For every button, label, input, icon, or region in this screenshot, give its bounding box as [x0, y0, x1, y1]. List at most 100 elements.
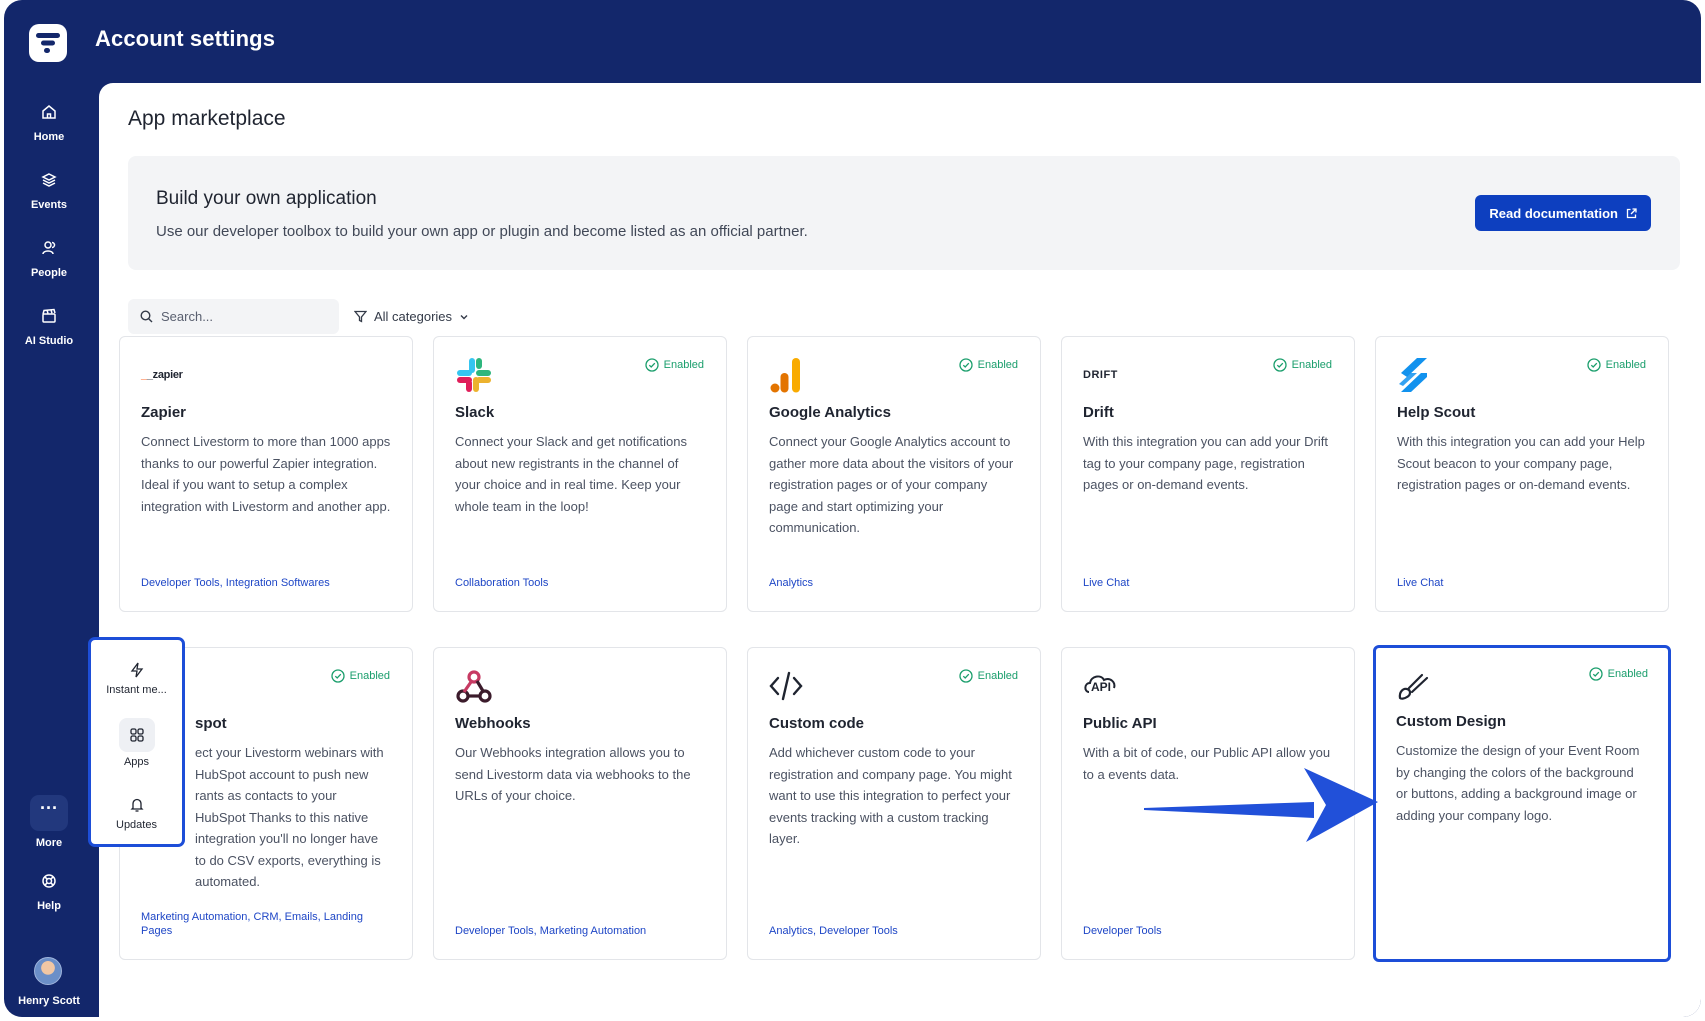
- app-name: Public API: [1083, 715, 1157, 732]
- sidebar-item-label: Events: [30, 199, 68, 211]
- more-button[interactable]: ···: [30, 795, 68, 831]
- developer-banner: Build your own application Use our devel…: [128, 156, 1680, 270]
- filter-label: All categories: [374, 309, 453, 324]
- pointer-arrow-icon: [1144, 768, 1378, 842]
- app-categories[interactable]: Marketing Automation, CRM, Emails, Landi…: [141, 910, 391, 938]
- webhooks-logo-icon: [455, 666, 493, 706]
- external-link-icon: [1626, 207, 1637, 218]
- app-description: ect your Livestorm webinars with HubSpot…: [195, 745, 384, 889]
- app-name: Custom code: [769, 715, 865, 732]
- app-card-zapier[interactable]: __zapier Zapier Connect Livestorm to mor…: [119, 336, 413, 612]
- enabled-label: Enabled: [977, 359, 1018, 371]
- app-frame: Account settings Home Events People AI S…: [4, 0, 1701, 1017]
- people-icon: [42, 241, 56, 255]
- sidebar-item-ai-studio[interactable]: AI Studio: [4, 307, 94, 349]
- check-circle-icon: [1588, 667, 1603, 681]
- check-circle-icon: [958, 358, 973, 372]
- clapper-icon: [42, 308, 56, 323]
- app-name: Google Analytics: [769, 404, 891, 421]
- app-name: spot: [195, 715, 227, 732]
- drift-logo-icon: DRIFT: [1083, 369, 1118, 381]
- help-scout-logo-icon: [1397, 355, 1431, 395]
- enabled-status: Enabled: [958, 358, 1018, 372]
- sidebar-item-events[interactable]: Events: [4, 171, 94, 213]
- enabled-label: Enabled: [1605, 359, 1646, 371]
- app-name: Slack: [455, 404, 495, 421]
- apps-icon-wrap: [118, 718, 155, 752]
- chevron-down-icon: [460, 314, 468, 319]
- grid-icon: [129, 728, 144, 742]
- search-input[interactable]: [161, 309, 321, 324]
- popover-item-instant-meetings[interactable]: Instant me...: [91, 662, 182, 696]
- app-categories[interactable]: Live Chat: [1397, 576, 1647, 590]
- lifebuoy-icon: [42, 874, 56, 888]
- google-analytics-logo-icon: [769, 355, 803, 395]
- app-description: Add whichever custom code to your regist…: [769, 745, 1012, 846]
- sidebar-item-people[interactable]: People: [4, 239, 94, 281]
- sidebar-item-label: Help: [37, 900, 61, 912]
- app-card-drift[interactable]: DRIFT Enabled Drift With this integratio…: [1061, 336, 1355, 612]
- enabled-label: Enabled: [977, 670, 1018, 682]
- app-card-custom-code[interactable]: Enabled Custom code Add whichever custom…: [747, 647, 1041, 960]
- popover-item-label: Updates: [116, 819, 157, 831]
- app-categories[interactable]: Collaboration Tools: [455, 576, 705, 590]
- app-description: Customize the design of your Event Room …: [1396, 743, 1640, 823]
- app-card-slack[interactable]: Enabled Slack Connect your Slack and get…: [433, 336, 727, 612]
- app-name: Drift: [1083, 404, 1114, 421]
- app-categories[interactable]: Developer Tools, Integration Softwares: [141, 576, 391, 590]
- app-name: Custom Design: [1396, 713, 1507, 730]
- check-circle-icon: [1272, 358, 1287, 372]
- popover-item-label: Apps: [123, 756, 150, 768]
- app-description: Our Webhooks integration allows you to s…: [455, 745, 691, 803]
- popover-item-updates[interactable]: Updates: [91, 797, 182, 831]
- app-card-google-analytics[interactable]: Enabled Google Analytics Connect your Go…: [747, 336, 1041, 612]
- enabled-label: Enabled: [663, 359, 704, 371]
- sidebar-item-label: Home: [33, 131, 65, 143]
- sidebar-more-label: More: [4, 833, 94, 851]
- app-description: Connect your Slack and get notifications…: [455, 434, 687, 514]
- zapier-logo-icon: __zapier: [141, 369, 183, 381]
- sidebar-item-home[interactable]: Home: [4, 103, 94, 145]
- sidebar-item-help[interactable]: Help: [4, 872, 94, 914]
- app-card-help-scout[interactable]: Enabled Help Scout With this integration…: [1375, 336, 1669, 612]
- enabled-status: Enabled: [1588, 667, 1648, 681]
- layers-icon: [41, 173, 57, 187]
- sidebar-item-label: People: [30, 267, 68, 279]
- category-filter[interactable]: All categories: [354, 299, 469, 334]
- app-description: Connect Livestorm to more than 1000 apps…: [141, 434, 391, 514]
- search-icon: [140, 310, 153, 323]
- app-name: Webhooks: [455, 715, 531, 732]
- enabled-status: Enabled: [330, 669, 390, 683]
- popover-item-apps[interactable]: Apps: [91, 718, 182, 768]
- app-title: Account settings: [95, 26, 276, 51]
- user-profile[interactable]: Henry Scott: [4, 991, 94, 1009]
- banner-title: Build your own application: [156, 188, 377, 209]
- enabled-label: Enabled: [349, 670, 390, 682]
- app-description: With this integration you can add your D…: [1083, 434, 1328, 492]
- check-circle-icon: [644, 358, 659, 372]
- main-content: App marketplace Build your own applicati…: [99, 83, 1701, 1017]
- popover-item-label: Instant me...: [106, 684, 167, 696]
- enabled-status: Enabled: [958, 669, 1018, 683]
- app-categories[interactable]: Analytics, Developer Tools: [769, 924, 1019, 938]
- app-categories[interactable]: Live Chat: [1083, 576, 1333, 590]
- app-categories[interactable]: Developer Tools: [1083, 924, 1333, 938]
- app-card-webhooks[interactable]: Webhooks Our Webhooks integration allows…: [433, 647, 727, 960]
- user-name: Henry Scott: [18, 995, 80, 1007]
- more-label: More: [35, 837, 63, 849]
- banner-description: Use our developer toolbox to build your …: [156, 223, 808, 240]
- app-card-custom-design[interactable]: Enabled Custom Design Customize the desi…: [1373, 645, 1671, 962]
- app-description: Connect your Google Analytics account to…: [769, 434, 1014, 535]
- enabled-status: Enabled: [644, 358, 704, 372]
- paint-brush-icon: [1396, 665, 1430, 705]
- api-cloud-icon: API: [1083, 666, 1121, 706]
- page-title: App marketplace: [128, 107, 286, 130]
- search-box[interactable]: [128, 299, 339, 334]
- avatar[interactable]: [34, 957, 62, 985]
- app-categories[interactable]: Analytics: [769, 576, 1019, 590]
- read-documentation-label: Read documentation: [1489, 205, 1618, 221]
- app-categories[interactable]: Developer Tools, Marketing Automation: [455, 924, 705, 938]
- more-dots-icon: ···: [40, 798, 58, 818]
- app-logo-icon[interactable]: [29, 24, 67, 62]
- read-documentation-button[interactable]: Read documentation: [1475, 195, 1651, 231]
